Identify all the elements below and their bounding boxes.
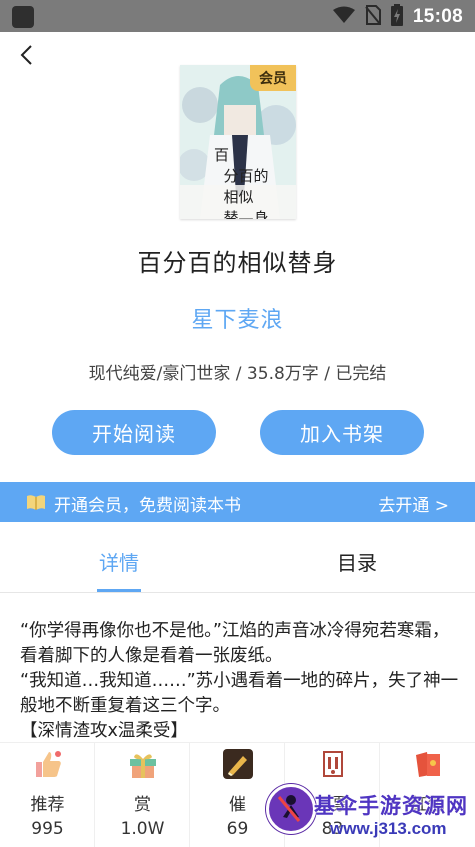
book-description: “你学得再像你也不是他。”江焰的声音冰冷得宛若寒霜，看着脚下的人像是看着一张废纸… bbox=[20, 619, 465, 743]
status-icons: 15:08 bbox=[332, 4, 463, 30]
watermark-logo bbox=[266, 784, 316, 834]
red-packet-icon bbox=[413, 749, 443, 779]
recommend-count: 995 bbox=[31, 819, 64, 839]
watermark-text: 基伞手游资源网 bbox=[314, 794, 468, 818]
thumbs-up-icon bbox=[33, 749, 63, 779]
tab-bar: 详情 目录 bbox=[0, 535, 475, 593]
status-bar: 15:08 bbox=[0, 0, 475, 32]
tab-details[interactable]: 详情 bbox=[59, 535, 179, 592]
no-sim-icon bbox=[365, 5, 381, 29]
tab-catalog[interactable]: 目录 bbox=[297, 535, 417, 592]
active-tab-indicator bbox=[97, 589, 141, 592]
book-cover[interactable]: 会员 百 分百的 相似 替—身 bbox=[180, 65, 296, 219]
chevron-left-icon bbox=[19, 44, 33, 70]
wifi-icon bbox=[332, 6, 355, 28]
vip-banner[interactable]: 开通会员，免费阅读本书 去开通 > bbox=[0, 482, 475, 522]
book-icon bbox=[26, 492, 46, 512]
recommend-label: 推荐 bbox=[30, 795, 65, 815]
vip-badge: 会员 bbox=[250, 65, 296, 91]
notification-icon bbox=[12, 6, 34, 28]
reward-button[interactable]: 赏 1.0W bbox=[95, 743, 190, 847]
book-title: 百分百的相似替身 bbox=[137, 249, 338, 277]
cover-title: 百 分百的 相似 替—身 bbox=[214, 146, 269, 219]
description-tags: 【深情渣攻x温柔受】 bbox=[20, 721, 188, 741]
battery-charging-icon bbox=[390, 4, 403, 30]
pen-icon bbox=[223, 749, 253, 779]
vip-activate-link[interactable]: 去开通 > bbox=[378, 491, 449, 516]
description-paragraph: “你学得再像你也不是他。”江焰的声音冰冷得宛若寒霜，看着脚下的人像是看着一张废纸… bbox=[20, 621, 450, 666]
tab-details-label: 详情 bbox=[99, 551, 139, 575]
description-paragraph: “我知道…我知道……”苏小遇看着一地的碎片，失了神一般地不断重复着这三个字。 bbox=[20, 671, 459, 716]
start-reading-button[interactable]: 开始阅读 bbox=[52, 410, 216, 455]
tab-catalog-label: 目录 bbox=[337, 551, 377, 575]
recommend-button[interactable]: 推荐 995 bbox=[0, 743, 95, 847]
reward-label: 赏 bbox=[134, 795, 151, 815]
site-watermark: 基伞手游资源网 www.j313.com bbox=[266, 782, 475, 846]
reward-count: 1.0W bbox=[120, 819, 165, 839]
add-to-shelf-button[interactable]: 加入书架 bbox=[260, 410, 424, 455]
book-author[interactable]: 星下麦浪 bbox=[0, 302, 475, 334]
vip-banner-text: 开通会员，免费阅读本书 bbox=[54, 496, 241, 516]
book-meta: 现代纯爱/豪门世家 / 35.8万字 / 已完结 bbox=[88, 364, 387, 384]
gift-icon bbox=[128, 749, 158, 779]
watermark-url: www.j313.com bbox=[330, 819, 447, 838]
ticket-icon bbox=[318, 749, 348, 779]
status-time: 15:08 bbox=[412, 6, 463, 27]
back-button[interactable] bbox=[8, 39, 44, 75]
